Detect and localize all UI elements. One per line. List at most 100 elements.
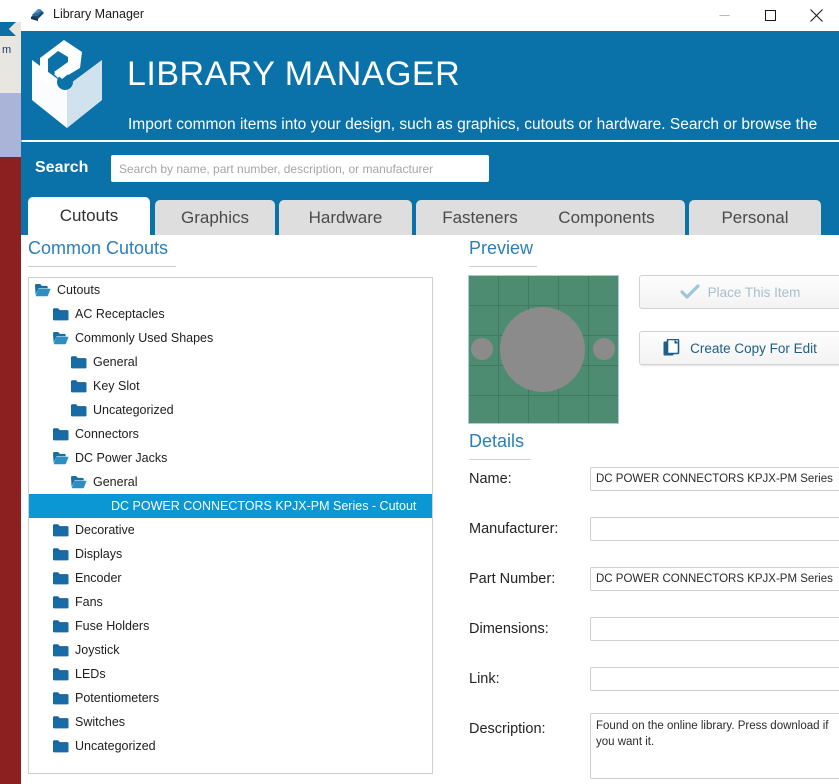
tree-item-label: Decorative	[75, 523, 135, 537]
folder-closed-icon	[53, 571, 69, 585]
tree-item[interactable]: AC Receptacles	[29, 302, 432, 326]
tab-cutouts[interactable]: Cutouts	[28, 197, 150, 235]
preview-right-notch	[593, 338, 615, 360]
tree-item-label: DC Power Jacks	[75, 451, 168, 465]
preview-image	[468, 275, 619, 424]
create-copy-for-edit-button[interactable]: Create Copy For Edit	[639, 331, 839, 365]
tab-strip: Cutouts Graphics Hardware Fasteners Componen…	[21, 197, 839, 235]
title-bar: Library Manager	[21, 0, 839, 32]
preview-rule	[469, 266, 537, 267]
preview-heading: Preview	[469, 238, 534, 258]
tree-item-label: General	[93, 475, 138, 489]
tree-item-label: Key Slot	[93, 379, 140, 393]
folder-closed-icon	[71, 403, 87, 417]
folder-closed-icon	[53, 691, 69, 705]
tree-item[interactable]: Displays	[29, 542, 432, 566]
tab-components[interactable]: Components	[528, 200, 685, 235]
window-title: Library Manager	[53, 7, 145, 21]
tree-item-label: Connectors	[75, 427, 139, 441]
tree-item-label: General	[93, 355, 138, 369]
tab-label: Components	[558, 207, 655, 227]
tree-item[interactable]: LEDs	[29, 662, 432, 686]
folder-closed-icon	[53, 739, 69, 753]
tree-item-label: Potentiometers	[75, 691, 160, 705]
field-input-link[interactable]	[590, 667, 839, 691]
place-this-item-label: Place This Item	[707, 284, 801, 300]
tree-item-label: LEDs	[75, 667, 106, 681]
tree-item-label: Commonly Used Shapes	[75, 331, 214, 345]
tree-item[interactable]: General	[29, 470, 432, 494]
tab-hardware[interactable]: Hardware	[279, 200, 412, 235]
tree-item[interactable]: Fuse Holders	[29, 614, 432, 638]
field-input-dimensions[interactable]	[590, 617, 839, 641]
tree-item-label: Uncategorized	[75, 739, 156, 753]
tree-item[interactable]: DC Power Jacks	[29, 446, 432, 470]
copy-icon	[663, 338, 682, 358]
tree-item-label: Fans	[75, 595, 103, 609]
folder-closed-icon	[53, 595, 69, 609]
folder-closed-icon	[53, 523, 69, 537]
tree-item-label: Cutouts	[57, 283, 101, 297]
folder-open-icon	[53, 451, 69, 465]
tree-item-label: Switches	[75, 715, 126, 729]
tab-fasteners[interactable]: Fasteners	[416, 200, 544, 235]
background-text-fragment: m	[2, 44, 11, 56]
tree-item-selected[interactable]: DC POWER CONNECTORS KPJX-PM Series - Cut…	[29, 494, 432, 518]
tree-item[interactable]: Uncategorized	[29, 398, 432, 422]
field-label-partnumber: Part Number:	[469, 571, 556, 587]
tree-item-label: DC POWER CONNECTORS KPJX-PM Series - Cut…	[111, 499, 417, 513]
folder-closed-icon	[71, 379, 87, 393]
tree-item-label: AC Receptacles	[75, 307, 165, 321]
field-input-partnumber[interactable]	[590, 567, 839, 591]
common-cutouts-heading: Common Cutouts	[28, 238, 169, 258]
folder-closed-icon	[53, 619, 69, 633]
folder-closed-icon	[53, 715, 69, 729]
tree-item[interactable]: Potentiometers	[29, 686, 432, 710]
folder-closed-icon	[53, 307, 69, 321]
protocase-logo	[24, 34, 110, 134]
minimize-button[interactable]	[701, 0, 747, 31]
field-input-description[interactable]	[590, 713, 839, 779]
close-button[interactable]	[793, 0, 839, 31]
check-icon	[679, 284, 700, 300]
tree-item[interactable]: Decorative	[29, 518, 432, 542]
field-input-manufacturer[interactable]	[590, 517, 839, 541]
tree-item[interactable]: General	[29, 350, 432, 374]
tree-item[interactable]: Switches	[29, 710, 432, 734]
folder-closed-icon	[53, 427, 69, 441]
background-window-maroon	[0, 157, 22, 784]
place-this-item-button[interactable]: Place This Item	[639, 275, 839, 309]
folder-open-icon	[53, 331, 69, 345]
page-subtitle: Import common items into your design, su…	[128, 116, 818, 133]
maximize-button[interactable]	[747, 0, 793, 31]
tree-item[interactable]: Fans	[29, 590, 432, 614]
tree-item[interactable]: Encoder	[29, 566, 432, 590]
tab-label: Graphics	[180, 207, 250, 227]
create-copy-for-edit-label: Create Copy For Edit	[690, 340, 817, 356]
tab-personal[interactable]: Personal	[689, 200, 821, 235]
tree-item[interactable]: Connectors	[29, 422, 432, 446]
page-title: LIBRARY MANAGER	[127, 55, 461, 93]
background-window-blue	[0, 93, 22, 157]
tree-item-label: Uncategorized	[93, 403, 174, 417]
tree-item[interactable]: Cutouts	[29, 278, 432, 302]
tab-graphics[interactable]: Graphics	[155, 200, 275, 235]
details-rule	[469, 459, 531, 460]
tree-item[interactable]: Commonly Used Shapes	[29, 326, 432, 350]
field-label-manufacturer: Manufacturer:	[469, 521, 559, 537]
tree-item-label: Displays	[75, 547, 123, 561]
preview-left-notch	[471, 338, 493, 360]
cutouts-tree[interactable]: Cutouts AC Receptacles Commonly Used Shape…	[28, 277, 433, 774]
search-bar: Search	[21, 142, 839, 197]
tree-item[interactable]: Key Slot	[29, 374, 432, 398]
field-input-name[interactable]	[590, 467, 839, 491]
field-label-dimensions: Dimensions:	[469, 621, 549, 637]
common-cutouts-rule	[28, 266, 176, 267]
search-input[interactable]	[111, 155, 489, 182]
folder-closed-icon	[53, 667, 69, 681]
folder-closed-icon	[53, 643, 69, 657]
tree-item[interactable]: Uncategorized	[29, 734, 432, 758]
field-label-description: Description:	[469, 721, 546, 737]
tree-item[interactable]: Joystick	[29, 638, 432, 662]
hero-banner: LIBRARY MANAGER Import common items into…	[21, 31, 839, 140]
